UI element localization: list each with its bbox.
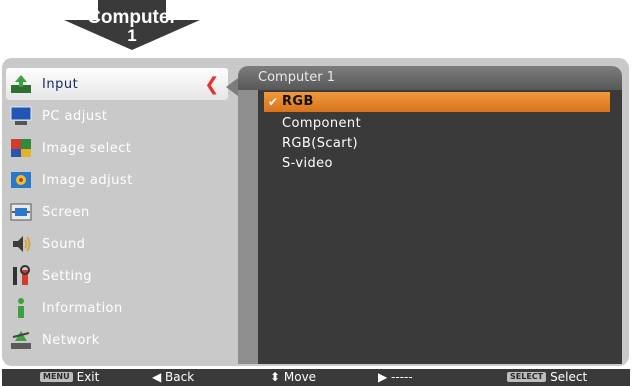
input-icon xyxy=(9,73,33,95)
menu-item-image-adjust[interactable]: Image adjust xyxy=(6,164,228,196)
checkmark-icon: ✔ xyxy=(268,95,279,109)
hint-back: ◀︎ Back xyxy=(152,369,194,386)
option-s-video[interactable]: S-video xyxy=(264,154,610,174)
sound-icon xyxy=(9,233,33,255)
menu-item-label: Screen xyxy=(42,204,90,220)
submenu-pointer xyxy=(226,78,238,96)
option-label: S-video xyxy=(282,156,333,171)
menu-item-information[interactable]: Information xyxy=(6,292,228,324)
menu-item-input[interactable]: Input ❮ xyxy=(6,68,228,100)
option-component[interactable]: Component xyxy=(264,114,610,134)
menu-item-label: Input xyxy=(42,76,79,92)
main-menu: Input ❮ PC adjust Image select Image adj… xyxy=(6,68,228,356)
menu-item-label: Setting xyxy=(42,268,93,284)
option-rgb-scart[interactable]: RGB(Scart) xyxy=(264,134,610,154)
chevron-left-icon: ❮ xyxy=(204,74,220,95)
image-adjust-icon xyxy=(9,169,33,191)
menu-item-label: Information xyxy=(42,300,123,316)
arrow-up-down-icon: ⬍ xyxy=(270,370,284,384)
option-label: Component xyxy=(282,116,362,131)
arrow-left-icon: ◀︎ xyxy=(152,370,166,384)
menu-item-label: Image select xyxy=(42,140,132,156)
menu-item-label: Network xyxy=(42,332,100,348)
input-source-badge: Computer 1 xyxy=(64,0,200,50)
submenu-spine xyxy=(238,90,258,364)
hint-next-label: ----- xyxy=(391,370,413,384)
menu-item-pc-adjust[interactable]: PC adjust xyxy=(6,100,228,132)
osd-screen: Computer 1 Input ❮ PC adjust Image selec… xyxy=(0,0,634,386)
hint-move-label: Move xyxy=(283,370,317,384)
submenu-body: ✔ RGB Component RGB(Scart) S-video xyxy=(258,90,622,364)
hint-select: SELECT Select xyxy=(507,369,587,386)
menu-item-label: PC adjust xyxy=(42,108,108,124)
hint-exit: MENU Exit xyxy=(40,369,99,386)
arrow-right-icon: ▶︎ xyxy=(378,370,392,384)
menu-item-screen[interactable]: Screen xyxy=(6,196,228,228)
option-label: RGB xyxy=(282,94,314,109)
network-icon xyxy=(9,329,33,351)
hint-select-label: Select xyxy=(550,370,588,384)
information-icon xyxy=(9,297,33,319)
hint-exit-label: Exit xyxy=(76,370,100,384)
hint-back-label: Back xyxy=(165,370,195,384)
hint-bar: MENU Exit ◀︎ Back ⬍ Move ▶︎ ----- SELECT S… xyxy=(2,369,630,386)
pc-adjust-icon xyxy=(9,105,33,127)
menu-item-sound[interactable]: Sound xyxy=(6,228,228,260)
hint-next: ▶︎ ----- xyxy=(378,369,413,386)
menu-item-label: Sound xyxy=(42,236,86,252)
menu-key-icon: MENU xyxy=(40,372,73,382)
menu-item-network[interactable]: Network xyxy=(6,324,228,356)
hint-move: ⬍ Move xyxy=(270,369,316,386)
select-key-icon: SELECT xyxy=(507,372,547,382)
option-rgb[interactable]: ✔ RGB xyxy=(264,92,610,112)
badge-line2: 1 xyxy=(127,26,137,45)
menu-item-label: Image adjust xyxy=(42,172,133,188)
setting-icon xyxy=(9,265,33,287)
screen-icon xyxy=(9,201,33,223)
option-label: RGB(Scart) xyxy=(282,136,358,151)
menu-item-setting[interactable]: Setting xyxy=(6,260,228,292)
image-select-icon xyxy=(9,137,33,159)
submenu-header: Computer 1 xyxy=(238,66,622,90)
submenu-title: Computer 1 xyxy=(258,70,336,85)
submenu-panel: Computer 1 ✔ RGB Component RGB(Scart) S-… xyxy=(238,66,622,364)
menu-item-image-select[interactable]: Image select xyxy=(6,132,228,164)
badge-line1: Computer xyxy=(87,7,177,28)
